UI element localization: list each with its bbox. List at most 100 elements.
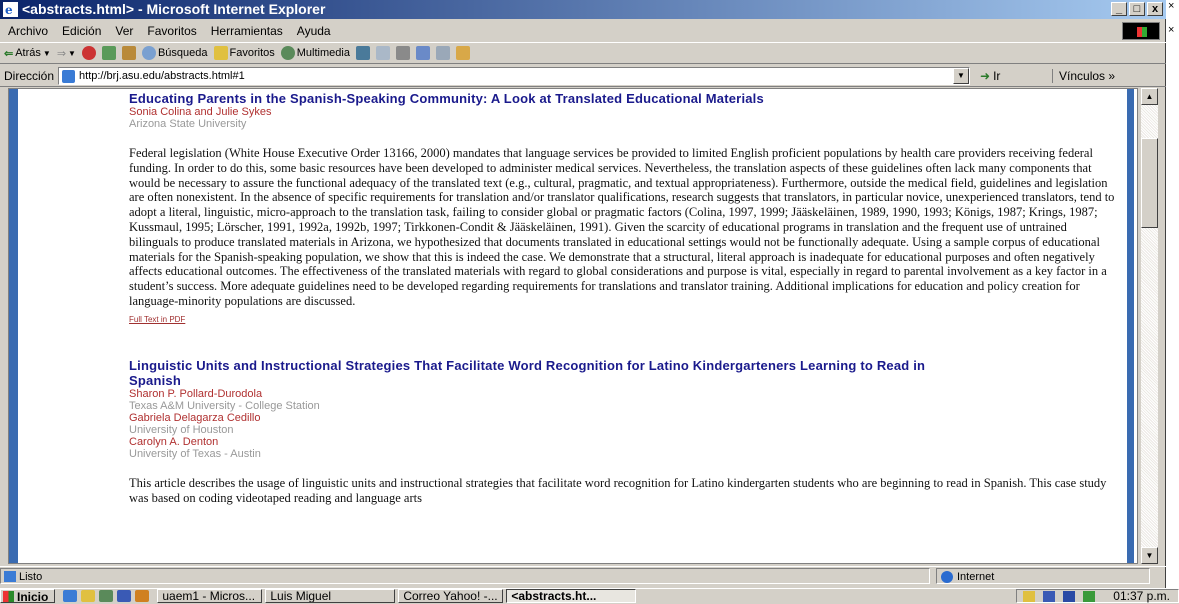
word-quicklaunch-icon[interactable] xyxy=(117,589,132,602)
speaker-icon[interactable] xyxy=(1023,590,1036,602)
svg-text:e: e xyxy=(5,3,13,17)
refresh-icon[interactable] xyxy=(101,46,116,60)
article-title[interactable]: Educating Parents in the Spanish-Speakin… xyxy=(129,91,1119,106)
multimedia-button[interactable]: Multimedia xyxy=(280,46,350,60)
page-icon xyxy=(62,70,76,83)
right-decoration-bar xyxy=(1127,89,1134,563)
forward-arrow-icon: ⇒ xyxy=(56,47,67,60)
article-affiliation: University of Texas - Austin xyxy=(129,447,261,460)
browser-window: e <abstracts.html> - Microsoft Internet … xyxy=(0,0,1166,588)
go-arrow-icon: ➜ xyxy=(980,69,991,83)
background-window-edge: × × xyxy=(1166,0,1179,588)
messenger-icon[interactable] xyxy=(455,46,470,60)
standard-toolbar: ⇐ Atrás ▼ ⇒ ▼ Búsqueda Favoritos Multime… xyxy=(0,42,1166,64)
multimedia-icon xyxy=(280,46,295,60)
article-affiliation: Texas A&M University - College Station xyxy=(129,399,320,412)
close-icon: × xyxy=(1168,0,1175,12)
system-tray: 01:37 p.m. xyxy=(1016,589,1179,603)
article-author: Sonia Colina and Julie Sykes xyxy=(129,106,272,118)
maximize-button[interactable]: □ xyxy=(1129,2,1145,16)
address-bar: Dirección http://brj.asu.edu/abstracts.h… xyxy=(0,66,1166,87)
windows-flag-icon xyxy=(1122,22,1160,40)
menu-ver[interactable]: Ver xyxy=(115,21,133,41)
status-bar: Listo Internet xyxy=(0,566,1166,584)
multimedia-label: Multimedia xyxy=(296,47,350,59)
start-button[interactable]: Inicio xyxy=(0,588,56,604)
outlook-quicklaunch-icon[interactable] xyxy=(81,589,96,602)
menu-bar: Archivo Edición Ver Favoritos Herramient… xyxy=(0,21,1166,41)
window-title: <abstracts.html> - Microsoft Internet Ex… xyxy=(22,1,326,17)
stop-icon[interactable] xyxy=(81,46,96,60)
address-input[interactable]: http://brj.asu.edu/abstracts.html#1 ▼ xyxy=(58,67,971,85)
vertical-scrollbar[interactable]: ▲ ▼ xyxy=(1140,88,1158,564)
menu-favoritos[interactable]: Favoritos xyxy=(147,21,196,41)
taskbar-task-active[interactable]: <abstracts.ht... xyxy=(506,588,637,603)
article-title[interactable]: Linguistic Units and Instructional Strat… xyxy=(129,358,929,388)
discuss-icon[interactable] xyxy=(435,46,450,60)
title-bar[interactable]: e <abstracts.html> - Microsoft Internet … xyxy=(0,0,1166,19)
address-label: Dirección xyxy=(4,69,55,83)
favorites-button[interactable]: Favoritos xyxy=(213,46,275,60)
back-button[interactable]: ⇐ Atrás ▼ xyxy=(4,47,51,60)
taskbar-task[interactable]: Luis Miguel xyxy=(265,588,396,603)
menu-edicion[interactable]: Edición xyxy=(62,21,101,41)
forward-button[interactable]: ⇒ ▼ xyxy=(57,47,76,60)
chevron-down-icon: ▼ xyxy=(68,48,76,58)
article-affiliation: Arizona State University xyxy=(129,118,247,130)
taskbar-task[interactable]: Correo Yahoo! -... xyxy=(398,588,504,603)
close-button[interactable]: x xyxy=(1147,2,1163,16)
back-arrow-icon: ⇐ xyxy=(4,47,14,60)
scroll-thumb[interactable] xyxy=(1141,138,1158,228)
article-list: Educating Parents in the Spanish-Speakin… xyxy=(129,89,1119,505)
go-button[interactable]: ➜ Ir xyxy=(980,69,1040,83)
page-content: Educating Parents in the Spanish-Speakin… xyxy=(8,88,1138,564)
status-text: Listo xyxy=(19,570,43,583)
go-label: Ir xyxy=(993,69,1001,83)
status-panel: Listo xyxy=(0,567,930,584)
print-icon[interactable] xyxy=(395,46,410,60)
scroll-up-arrow-icon[interactable]: ▲ xyxy=(1141,88,1158,105)
scroll-down-arrow-icon[interactable]: ▼ xyxy=(1141,547,1158,564)
edit-icon[interactable] xyxy=(415,46,430,60)
security-zone: Internet xyxy=(936,568,1150,584)
pdf-link[interactable]: Full Text in PDF xyxy=(129,315,1119,324)
article-author: Carolyn A. Denton xyxy=(129,435,219,448)
start-label: Inicio xyxy=(17,589,49,604)
menu-ayuda[interactable]: Ayuda xyxy=(297,21,331,41)
network-icon[interactable] xyxy=(1043,590,1056,602)
zone-label: Internet xyxy=(957,571,995,583)
quick-launch xyxy=(63,589,150,602)
close-icon: × xyxy=(1168,24,1175,36)
article-author: Sharon P. Pollard-Durodola xyxy=(129,387,263,400)
search-icon xyxy=(141,46,156,60)
globe-icon xyxy=(941,571,953,583)
chevron-down-icon[interactable]: ▼ xyxy=(953,68,970,84)
clock: 01:37 p.m. xyxy=(1113,589,1170,603)
history-icon[interactable] xyxy=(355,46,370,60)
page-icon xyxy=(4,570,16,582)
menu-herramientas[interactable]: Herramientas xyxy=(211,21,283,41)
media-quicklaunch-icon[interactable] xyxy=(135,589,150,602)
mail-icon[interactable] xyxy=(375,46,390,60)
taskbar: Inicio uaem1 - Micros... Luis Miguel Cor… xyxy=(0,588,1179,604)
chevron-down-icon: ▼ xyxy=(42,48,51,58)
article-affiliation: University of Houston xyxy=(129,423,234,436)
article: Linguistic Units and Instructional Strat… xyxy=(129,358,1119,506)
language-icon[interactable] xyxy=(1063,590,1076,602)
address-url: http://brj.asu.edu/abstracts.html#1 xyxy=(79,70,245,82)
shield-icon[interactable] xyxy=(1083,590,1096,602)
left-decoration-bar xyxy=(9,89,18,563)
back-label: Atrás xyxy=(15,47,41,59)
desktop-quicklaunch-icon[interactable] xyxy=(99,589,114,602)
favorites-label: Favoritos xyxy=(229,47,275,59)
links-button[interactable]: Vínculos » xyxy=(1052,69,1115,83)
article-abstract: Federal legislation (White House Executi… xyxy=(129,146,1115,308)
article: Educating Parents in the Spanish-Speakin… xyxy=(129,91,1119,324)
home-icon[interactable] xyxy=(121,46,136,60)
favorites-icon xyxy=(213,46,228,60)
menu-archivo[interactable]: Archivo xyxy=(8,21,48,41)
search-button[interactable]: Búsqueda xyxy=(141,46,208,60)
minimize-button[interactable]: _ xyxy=(1111,2,1127,16)
taskbar-task[interactable]: uaem1 - Micros... xyxy=(157,588,263,603)
ie-quicklaunch-icon[interactable] xyxy=(63,589,78,602)
